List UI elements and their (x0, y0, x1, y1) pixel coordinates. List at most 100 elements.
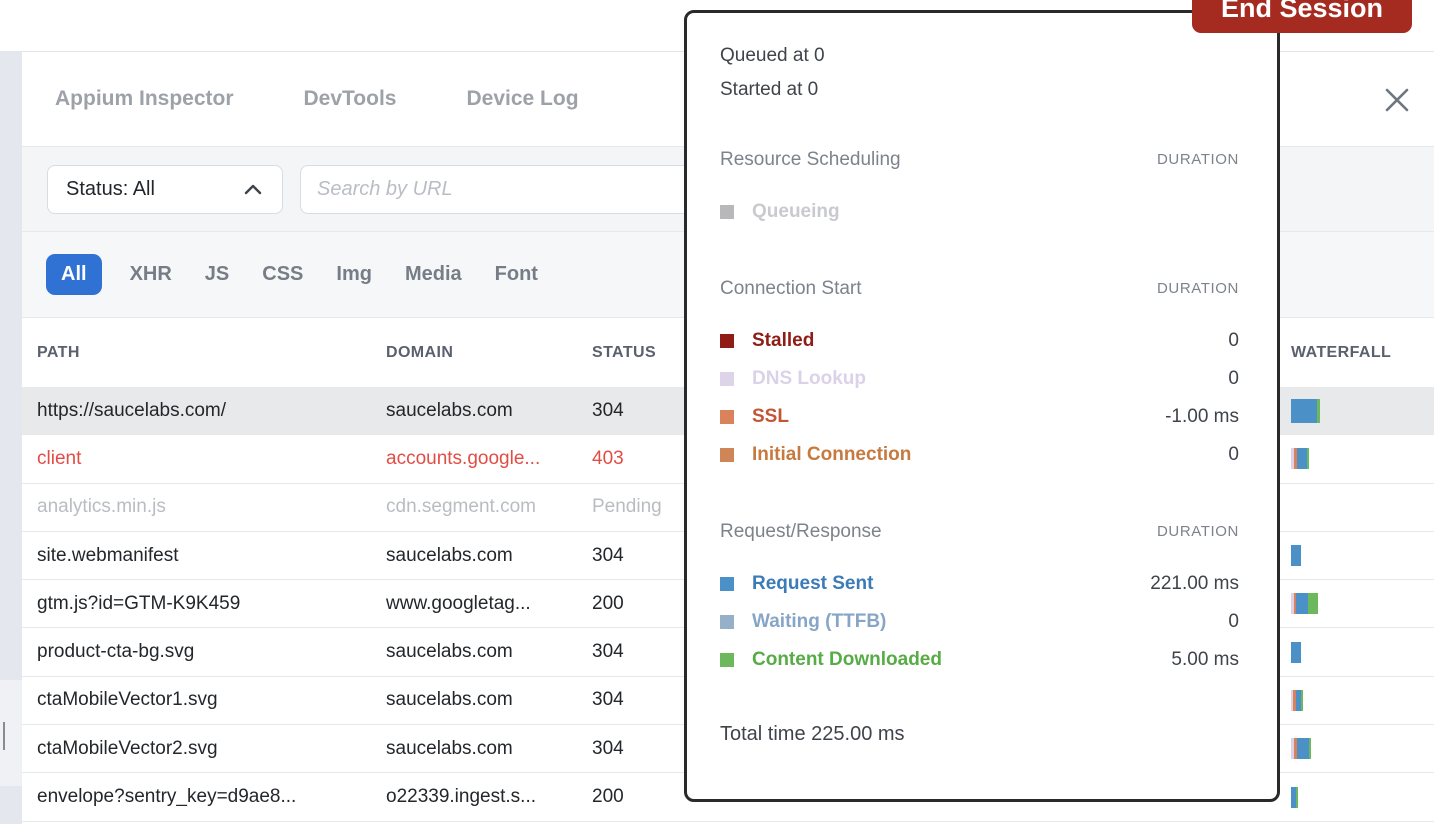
started-at-text: Started at 0 (720, 73, 1239, 107)
timing-section: Request/Response DURATION Request Sent 221.… (720, 519, 1239, 679)
waterfall-bar (1291, 738, 1311, 759)
timing-value: 5.00 ms (1171, 649, 1239, 671)
duration-header: DURATION (1157, 276, 1239, 302)
waterfall-cell (1291, 399, 1434, 423)
waterfall-segment-req (1296, 593, 1308, 614)
column-header-waterfall[interactable]: WATERFALL (1291, 344, 1434, 362)
section-title: Connection Start (720, 276, 862, 302)
end-session-button[interactable]: End Session (1192, 0, 1412, 33)
waterfall-segment-req (1297, 738, 1309, 759)
waterfall-segment-req (1291, 545, 1301, 566)
status-cell: 304 (592, 689, 689, 711)
timing-item: SSL-1.00 ms (720, 398, 1239, 436)
legend-swatch (720, 372, 734, 386)
timing-value: 0 (1228, 611, 1239, 633)
filter-pill-all[interactable]: All (46, 254, 102, 295)
status-cell: 403 (592, 448, 689, 470)
timing-value: 221.00 ms (1150, 573, 1239, 595)
waterfall-cell (1291, 641, 1434, 663)
timing-label: Stalled (752, 330, 814, 352)
waterfall-cell (1291, 448, 1434, 470)
duration-header: DURATION (1157, 147, 1239, 173)
legend-swatch (720, 205, 734, 219)
timing-value: -1.00 ms (1165, 406, 1239, 428)
status-filter-label: Status: All (66, 178, 155, 201)
waterfall-cell (1291, 545, 1434, 567)
scrollbar-thumb[interactable] (3, 722, 5, 750)
status-cell: 200 (592, 593, 689, 615)
close-icon (1382, 85, 1412, 115)
timing-item: Content Downloaded5.00 ms (720, 641, 1239, 679)
duration-header: DURATION (1157, 519, 1239, 545)
close-button[interactable] (1380, 83, 1414, 117)
legend-swatch (720, 448, 734, 462)
domain-cell: accounts.google... (386, 448, 592, 470)
timing-item: Waiting (TTFB) 0 (720, 603, 1239, 641)
timing-item: Initial Connection0 (720, 436, 1239, 474)
domain-cell: www.googletag... (386, 593, 592, 615)
waterfall-segment-content (1309, 738, 1311, 759)
waterfall-segment-content (1308, 593, 1318, 614)
waterfall-bar (1291, 593, 1318, 614)
waterfall-bar (1291, 787, 1298, 808)
legend-swatch (720, 653, 734, 667)
section-title: Resource Scheduling (720, 147, 901, 173)
timing-label: Queueing (752, 201, 840, 223)
tab-appium-inspector[interactable]: Appium Inspector (55, 87, 234, 111)
waterfall-cell (1291, 738, 1434, 760)
timing-value: 0 (1228, 330, 1239, 352)
timing-item: Request Sent 221.00 ms (720, 565, 1239, 603)
tabs: Appium Inspector DevTools Device Log (55, 87, 649, 111)
timing-value: 0 (1228, 444, 1239, 466)
legend-swatch (720, 615, 734, 629)
domain-cell: saucelabs.com (386, 545, 592, 567)
path-cell: site.webmanifest (22, 545, 386, 567)
timing-section: Connection StartDURATIONStalled0DNS Look… (720, 276, 1239, 474)
filter-pill-css[interactable]: CSS (262, 263, 303, 286)
path-cell: client (22, 448, 386, 470)
timing-item: Stalled 0 (720, 322, 1239, 360)
column-header-status[interactable]: STATUS (592, 344, 689, 362)
total-time-text: Total time 225.00 ms (720, 719, 1239, 749)
filter-pill-font[interactable]: Font (495, 263, 538, 286)
filter-pill-xhr[interactable]: XHR (130, 263, 172, 286)
filter-pill-img[interactable]: Img (336, 263, 372, 286)
waterfall-bar (1291, 642, 1301, 663)
waterfall-segment-content (1296, 787, 1298, 808)
status-cell: Pending (592, 496, 689, 518)
waterfall-segment-content (1307, 448, 1309, 469)
status-cell: 304 (592, 545, 689, 567)
column-header-path[interactable]: PATH (22, 344, 386, 362)
path-cell: product-cta-bg.svg (22, 641, 386, 663)
waterfall-segment-req (1291, 642, 1301, 663)
timing-label: Request Sent (752, 573, 873, 595)
path-cell: analytics.min.js (22, 496, 386, 518)
filter-pill-media[interactable]: Media (405, 263, 462, 286)
domain-cell: saucelabs.com (386, 641, 592, 663)
domain-cell: saucelabs.com (386, 400, 592, 422)
filter-pill-js[interactable]: JS (205, 263, 229, 286)
waterfall-segment-req (1291, 399, 1317, 423)
tab-devtools[interactable]: DevTools (304, 87, 397, 111)
status-cell: 304 (592, 738, 689, 760)
timing-item: DNS Lookup 0 (720, 360, 1239, 398)
timing-item: Queueing (720, 193, 1239, 231)
path-cell: gtm.js?id=GTM-K9K459 (22, 593, 386, 615)
path-cell: https://saucelabs.com/ (22, 400, 386, 422)
tab-device-log[interactable]: Device Log (466, 87, 578, 111)
timing-label: Waiting (TTFB) (752, 611, 886, 633)
waterfall-segment-content (1317, 399, 1320, 423)
waterfall-segment-req (1297, 448, 1307, 469)
column-header-domain[interactable]: DOMAIN (386, 344, 592, 362)
queued-at-text: Queued at 0 (720, 39, 1239, 73)
waterfall-segment-content (1301, 690, 1303, 711)
section-title: Request/Response (720, 519, 882, 545)
timing-section: Resource Scheduling DURATION Queueing (720, 147, 1239, 231)
status-filter-dropdown[interactable]: Status: All (47, 165, 283, 214)
timing-value: 0 (1228, 368, 1239, 390)
timing-label: DNS Lookup (752, 368, 866, 390)
waterfall-bar (1291, 690, 1303, 711)
left-gutter (0, 52, 22, 824)
legend-swatch (720, 334, 734, 348)
waterfall-cell (1291, 689, 1434, 711)
